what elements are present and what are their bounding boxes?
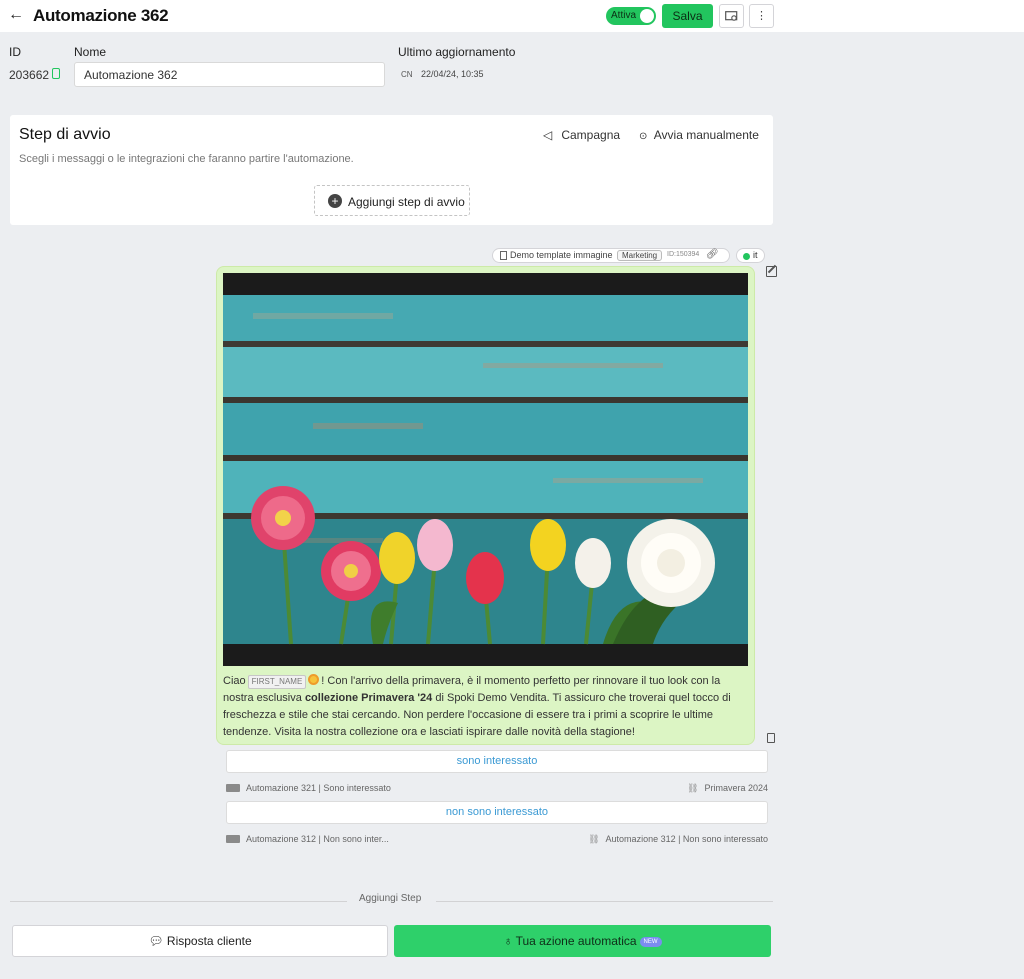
- template-name: Demo template immagine: [510, 250, 613, 260]
- updated-date: 22/04/24, 10:35: [421, 69, 484, 79]
- message-bubble: Ciao FIRST_NAME! Con l'arrivo della prima…: [216, 266, 755, 745]
- linked-automation[interactable]: Automazione 321 | Sono interessato: [246, 783, 391, 793]
- page-title: Automazione 362: [33, 6, 169, 25]
- manual-start-link[interactable]: ⊙ Avvia manualmente: [639, 128, 759, 142]
- linked-tag[interactable]: Automazione 312 | Non sono interessato: [606, 834, 768, 844]
- tag-container: ⛓ Primavera 2024: [687, 783, 768, 794]
- flowers-photo: [223, 273, 748, 666]
- tag-icon: ⛓: [588, 834, 600, 844]
- template-doc-icon: [500, 251, 507, 260]
- message-text: Ciao FIRST_NAME! Con l'arrivo della prima…: [223, 673, 748, 741]
- button-link-row: Automazione 321 | Sono interessato ⛓ Prim…: [226, 783, 768, 795]
- linked-automation[interactable]: Automazione 312 | Non sono inter...: [246, 834, 389, 844]
- start-step-title: Step di avvio: [19, 126, 111, 143]
- start-step-card: Step di avvio Scegli i messaggi o le int…: [10, 115, 773, 225]
- megaphone-icon: ◁: [543, 128, 553, 142]
- automation-flow-icon: [226, 784, 240, 792]
- save-button[interactable]: Salva: [662, 4, 713, 28]
- tag-icon: ⛓: [687, 783, 699, 793]
- customer-reply-label: Risposta cliente: [166, 934, 252, 948]
- bomb-icon: ♁: [503, 934, 513, 948]
- new-badge: NEW: [639, 937, 662, 947]
- toggle-knob: [640, 9, 654, 23]
- link-icon[interactable]: 🔗︎: [706, 249, 719, 260]
- add-step-label: Aggiungi Step: [359, 893, 422, 904]
- top-bar: ← Automazione 362 Attiva Salva ⋮: [0, 0, 1024, 32]
- campaign-label: Campagna: [561, 128, 621, 142]
- active-toggle[interactable]: Attiva: [606, 7, 656, 25]
- preview-icon: [725, 11, 738, 21]
- automation-id: 203662: [9, 68, 50, 82]
- start-step-subtitle: Scegli i messaggi o le integrazioni che …: [19, 153, 354, 165]
- toggle-label: Attiva: [611, 10, 637, 21]
- add-start-step-label: Aggiungi step di avvio: [348, 195, 465, 209]
- template-pill[interactable]: Demo template immagine Marketing ID:1503…: [492, 248, 730, 263]
- auto-action-label: Tua azione automatica: [515, 934, 637, 948]
- preview-button[interactable]: [719, 4, 744, 28]
- customer-reply-button[interactable]: 💬︎ Risposta cliente: [12, 925, 388, 957]
- name-label: Nome: [74, 45, 107, 59]
- language-status-dot: [743, 253, 750, 260]
- name-input[interactable]: [74, 62, 385, 87]
- updated-user-avatar: CN: [401, 70, 413, 79]
- sunflower-emoji-icon: [308, 674, 320, 685]
- tag-container: ⛓ Automazione 312 | Non sono interessato: [588, 834, 768, 845]
- campaign-link[interactable]: ◁ Campagna: [543, 128, 620, 142]
- template-category: Marketing: [617, 250, 663, 261]
- button-link-row: Automazione 312 | Non sono inter... ⛓ Aut…: [226, 834, 768, 846]
- more-icon: ⋮: [756, 10, 767, 22]
- play-circle-icon: ⊙: [639, 131, 648, 142]
- divider: [10, 901, 347, 902]
- message-bold-text: collezione Primavera '24: [304, 692, 433, 704]
- divider: [436, 901, 773, 902]
- copy-id-icon[interactable]: [52, 68, 60, 79]
- language-pill[interactable]: it: [736, 248, 765, 263]
- back-arrow-icon[interactable]: ←: [8, 6, 24, 24]
- id-label: ID: [9, 45, 21, 59]
- quick-reply-button[interactable]: non sono interessato: [226, 801, 768, 824]
- updated-label: Ultimo aggiornamento: [398, 45, 516, 59]
- more-button[interactable]: ⋮: [749, 4, 774, 28]
- automation-flow-icon: [226, 835, 240, 843]
- add-start-step-button[interactable]: + Aggiungi step di avvio: [314, 185, 470, 216]
- edit-icon[interactable]: [766, 266, 777, 277]
- linked-tag[interactable]: Primavera 2024: [704, 783, 768, 793]
- language-code: it: [753, 250, 758, 260]
- template-id: ID:150394: [667, 251, 700, 258]
- message-image: [223, 273, 748, 666]
- chat-bubble-icon: 💬︎: [148, 934, 164, 948]
- quick-reply-button[interactable]: sono interessato: [226, 750, 768, 773]
- manual-start-label: Avvia manualmente: [653, 128, 759, 142]
- message-greeting: Ciao: [223, 675, 246, 687]
- auto-action-button[interactable]: ♁ Tua azione automatica NEW: [394, 925, 771, 957]
- copy-message-icon[interactable]: [767, 733, 775, 743]
- variable-chip[interactable]: FIRST_NAME: [247, 675, 307, 689]
- plus-icon: +: [328, 194, 342, 208]
